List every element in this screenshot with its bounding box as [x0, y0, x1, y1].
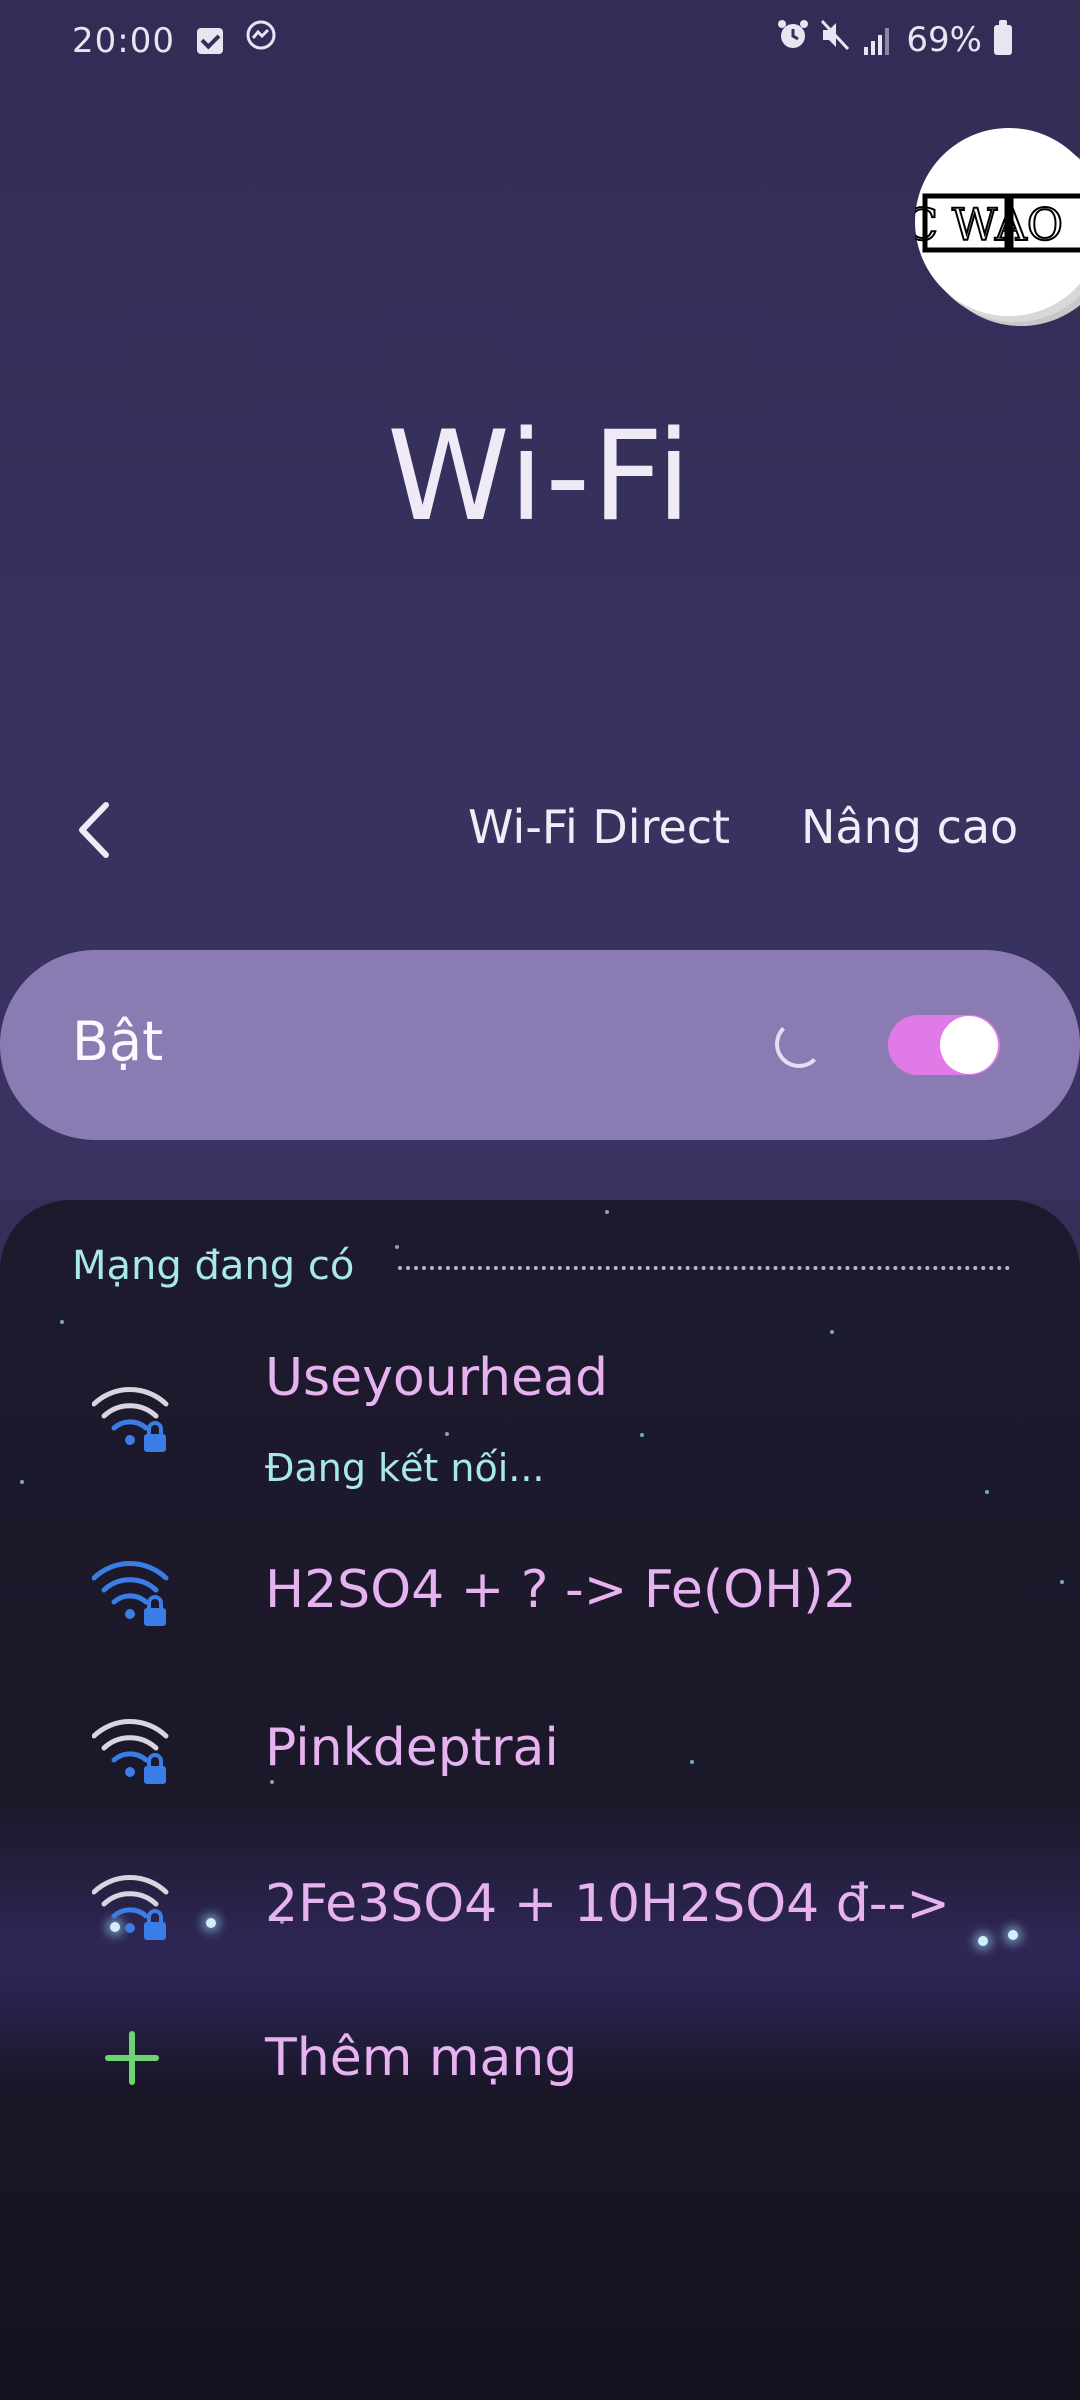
network-name: H2SO4 + ? -> Fe(OH)2	[265, 1560, 857, 1620]
back-button[interactable]	[66, 795, 126, 865]
section-divider	[398, 1266, 1010, 1270]
loading-spinner-icon	[775, 1020, 823, 1068]
wifi-toggle[interactable]	[888, 1015, 1000, 1075]
logo-text: DC WAO	[915, 200, 1063, 251]
wifi-lock-icon	[92, 1719, 169, 1784]
add-network-row[interactable]: Thêm mạng	[0, 1990, 1080, 2140]
wifi-lock-icon	[92, 1387, 169, 1452]
floating-logo-badge[interactable]: DC WAO	[868, 128, 1080, 316]
alarm-icon	[776, 18, 810, 61]
battery-icon	[994, 19, 1012, 55]
toggle-knob	[940, 1016, 998, 1074]
status-time: 20:00	[72, 20, 175, 61]
network-status: Đang kết nối...	[265, 1446, 545, 1490]
network-name: Pinkdeptrai	[265, 1718, 559, 1778]
wifi-switch-label: Bật	[72, 1010, 164, 1073]
status-right: 69%	[776, 18, 1012, 61]
network-name: 2Fe3SO4 + 10H2SO4 đ-->	[265, 1874, 950, 1934]
network-row[interactable]: Pinkdeptrai	[0, 1680, 1080, 1830]
battery-percent: 69%	[906, 19, 982, 60]
advanced-link[interactable]: Nâng cao	[801, 800, 1018, 854]
wifi-direct-link[interactable]: Wi-Fi Direct	[468, 800, 730, 854]
star-decoration	[605, 1210, 609, 1214]
network-row[interactable]: H2SO4 + ? -> Fe(OH)2	[0, 1522, 1080, 1672]
network-name: Useyourhead	[265, 1348, 608, 1408]
checkbox-notification-icon	[196, 27, 223, 54]
network-row[interactable]: 2Fe3SO4 + 10H2SO4 đ-->	[0, 1836, 1080, 1986]
plus-icon	[105, 2031, 159, 2085]
status-bar: 20:00 69%	[0, 0, 1080, 84]
star-decoration	[830, 1330, 834, 1334]
signal-icon	[864, 25, 892, 55]
dc-wao-logo: DC WAO	[868, 193, 1080, 253]
star-decoration	[60, 1320, 64, 1324]
section-header: Mạng đang có	[72, 1243, 355, 1289]
wifi-lock-icon	[92, 1561, 169, 1626]
messenger-icon	[245, 20, 277, 61]
page-title: Wi-Fi	[387, 405, 693, 549]
available-networks-card: Mạng đang có Useyourhead Đang kết nối...…	[0, 1200, 1080, 2400]
wifi-master-switch-row[interactable]: Bật	[0, 950, 1080, 1140]
status-left: 20:00	[72, 20, 277, 61]
add-network-label: Thêm mạng	[265, 2028, 578, 2088]
chevron-left-icon	[79, 802, 109, 858]
network-row[interactable]: Useyourhead Đang kết nối...	[0, 1348, 1080, 1518]
wifi-lock-icon	[92, 1875, 169, 1940]
mute-icon	[820, 19, 850, 60]
star-decoration	[395, 1245, 399, 1249]
